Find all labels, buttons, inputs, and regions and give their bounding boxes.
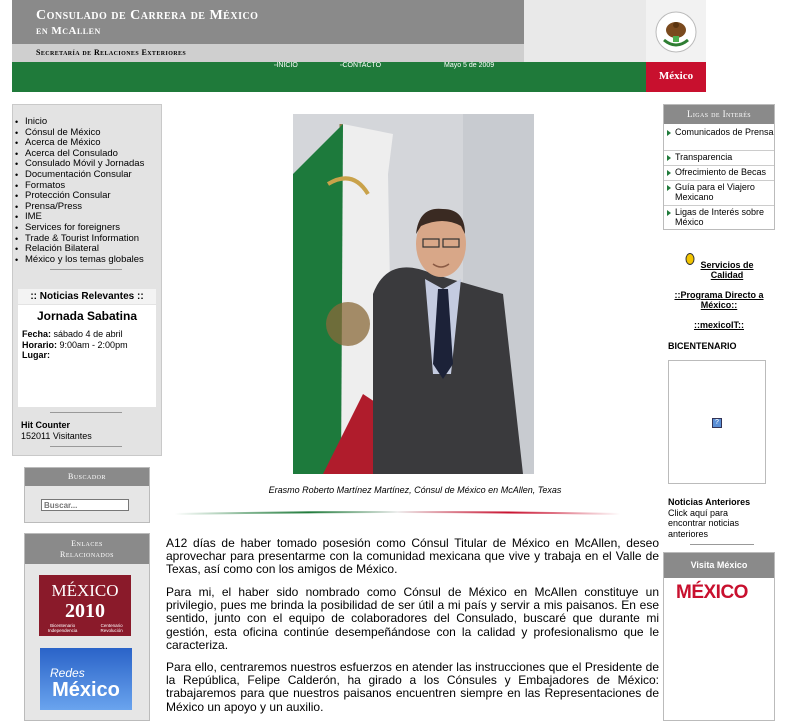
left-nav-item[interactable]: México y los temas globales — [15, 254, 144, 266]
site-title: Consulado de Carrera de México — [36, 8, 259, 23]
bicentenario-label: BICENTENARIO — [668, 341, 737, 351]
hit-counter: Hit Counter 152011 Visitantes — [21, 420, 92, 441]
secretaria-label: Secretaría de Relaciones Exteriores — [36, 48, 187, 57]
search-input[interactable] — [41, 499, 129, 511]
flag-divider-graphic — [175, 511, 620, 515]
related-links-header-line2: Relacionados — [59, 550, 114, 559]
divider — [50, 412, 122, 413]
site-subtitle: en McAllen — [36, 25, 101, 37]
nav-contacto-label: CONTACTO — [342, 62, 382, 69]
horario-label: Horario: — [22, 339, 58, 350]
noticias-anteriores-title: Noticias Anteriores — [668, 497, 751, 507]
event-details: Fecha: sábado 4 de abril Horario: 9:00am… — [22, 329, 128, 361]
visita-mexico-header: Visita México — [664, 553, 774, 578]
mexico-badge-label: México — [658, 70, 694, 82]
ligas-item[interactable]: Transparencia — [664, 152, 774, 166]
mexicoit-link[interactable]: ::mexicoIT:: — [664, 320, 774, 330]
banner1-sub-left: Bicentenario Independencia — [47, 623, 78, 633]
ligas-item[interactable]: Guía para el Viajero Mexicano — [664, 182, 774, 206]
noticias-anteriores[interactable]: Noticias Anteriores Click aquí para enco… — [668, 497, 750, 539]
visit-mexico-logo[interactable]: MÉXICO — [676, 582, 748, 604]
search-header: Buscador — [25, 468, 149, 486]
nav-contacto[interactable]: ▫CONTACTO — [340, 62, 381, 69]
broken-image-icon: ? — [712, 418, 722, 428]
consul-photo — [293, 114, 534, 474]
related-links-header: Enlaces Relacionados — [25, 534, 149, 564]
flag-divider — [175, 507, 620, 515]
banner2-small: Redes — [50, 666, 85, 680]
photo-caption: Erasmo Roberto Martínez Martínez, Cónsul… — [268, 485, 562, 495]
national-seal — [646, 0, 706, 62]
banner1-year: 2010 — [65, 600, 105, 622]
banner1-title: MÉXICO — [51, 581, 119, 600]
left-nav-menu: Inicio Cónsul de México Acerca de México… — [15, 116, 144, 266]
header-right-panel — [524, 0, 646, 62]
ligas-header: Ligas de Interés — [664, 105, 774, 124]
nav-bar — [12, 62, 646, 92]
divider — [690, 544, 754, 545]
left-nav-item[interactable]: Services for foreigners — [15, 222, 144, 234]
related-links-header-line1: Enlaces — [71, 539, 103, 548]
hit-counter-label: Hit Counter — [21, 420, 70, 430]
ligas-item[interactable]: Ofrecimiento de Becas — [664, 167, 774, 181]
banner1-sub-right: Centenario Revolución — [100, 623, 123, 633]
header-date: Mayo 5 de 2009 — [444, 62, 495, 69]
noticias-anteriores-text: Click aquí para encontrar noticias anter… — [668, 507, 740, 539]
noticias-header: :: Noticias Relevantes :: — [18, 289, 156, 304]
body-paragraph: Para mi, el haber sido nombrado como Cón… — [166, 585, 659, 652]
banner2-big: México — [52, 679, 120, 701]
body-paragraph: Para ello, centraremos nuestros esfuerzo… — [166, 660, 659, 714]
divider — [50, 269, 122, 270]
mexico-logo-text: MÉXICO — [676, 582, 748, 603]
intro-paragraph: A12 días de haber tomado posesión como C… — [166, 536, 659, 577]
fecha-value: sábado 4 de abril — [53, 329, 123, 339]
ligas-item[interactable]: Comunicados de Prensa — [664, 127, 774, 151]
lugar-label: Lugar: — [22, 350, 50, 360]
left-nav-item[interactable]: Documentación Consular — [15, 169, 144, 181]
event-title: Jornada Sabatina — [36, 309, 138, 323]
nav-inicio[interactable]: ▫INICIO — [274, 62, 298, 69]
redes-mexico-banner[interactable]: Redes México — [40, 648, 132, 710]
ligas-item[interactable]: Ligas de Interés sobre México — [664, 207, 774, 229]
left-nav-item[interactable]: Inicio — [15, 116, 144, 128]
servicios-calidad-link[interactable]: Servicios de Calidad — [694, 260, 760, 280]
fecha-label: Fecha: — [22, 329, 52, 339]
nav-inicio-label: INICIO — [276, 62, 298, 69]
programa-directo-link[interactable]: ::Programa Directo a México:: — [664, 290, 774, 310]
divider — [50, 446, 122, 447]
horario-value: 9:00am - 2:00pm — [59, 339, 128, 350]
consul-photo-image — [293, 114, 534, 474]
eagle-seal-icon — [655, 11, 697, 53]
hit-counter-value: 152011 Visitantes — [21, 430, 92, 441]
mexico-2010-banner[interactable]: MÉXICO 2010 Bicentenario Independencia C… — [39, 575, 131, 636]
